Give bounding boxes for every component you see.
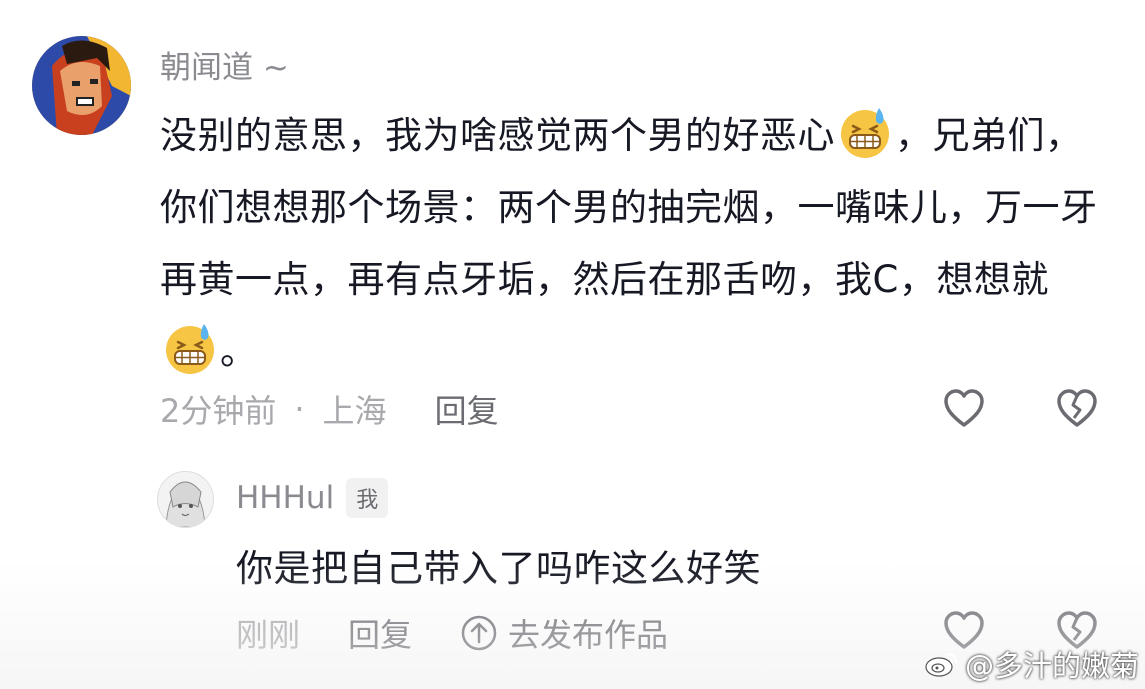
reply-time: 刚刚 bbox=[236, 616, 301, 654]
reply-button[interactable]: 回复 bbox=[435, 386, 499, 432]
commenter-username[interactable]: 朝闻道 ~ bbox=[160, 42, 289, 87]
reply-meta: 刚刚 回复 去发布作品 bbox=[236, 610, 668, 656]
reply-header: HHHul 我 bbox=[236, 478, 389, 518]
me-badge: 我 bbox=[346, 478, 389, 518]
watermark-text: @多汁的嫩菊 bbox=[964, 649, 1139, 683]
like-heart-icon[interactable] bbox=[942, 387, 986, 431]
goto-works-link[interactable]: 去发布作品 bbox=[460, 610, 668, 656]
comment-text-part-1: 没别的意思，我为啥感觉两个男的好恶心 bbox=[160, 114, 835, 157]
meta-separator: · bbox=[294, 390, 305, 428]
reply-username[interactable]: HHHul bbox=[236, 480, 334, 516]
comment-text-part-3: 。 bbox=[220, 330, 258, 373]
comment-text: 没别的意思，我为啥感觉两个男的好恶心 ，兄弟们，你们想想那个场景：两个男的抽完烟，… bbox=[160, 100, 1100, 388]
commenter-avatar[interactable] bbox=[32, 36, 131, 135]
comment-location: 上海 bbox=[322, 392, 387, 430]
reply-avatar[interactable] bbox=[157, 471, 214, 528]
reply-text: 你是把自己带入了吗咋这么好笑 bbox=[236, 547, 761, 590]
weibo-logo-icon bbox=[925, 653, 957, 677]
goto-works-label: 去发布作品 bbox=[508, 616, 669, 654]
arrow-up-circle-icon bbox=[461, 615, 497, 651]
comment-meta: 2分钟前 · 上海 回复 bbox=[160, 386, 499, 432]
grimacing-sweat-emoji-icon bbox=[841, 108, 889, 158]
comment-time: 2分钟前 bbox=[160, 392, 277, 430]
grimacing-sweat-emoji-icon bbox=[166, 324, 214, 374]
dislike-broken-heart-icon[interactable] bbox=[1055, 387, 1099, 431]
watermark: @多汁的嫩菊 bbox=[925, 643, 1139, 685]
reply-reply-button[interactable]: 回复 bbox=[348, 610, 412, 656]
